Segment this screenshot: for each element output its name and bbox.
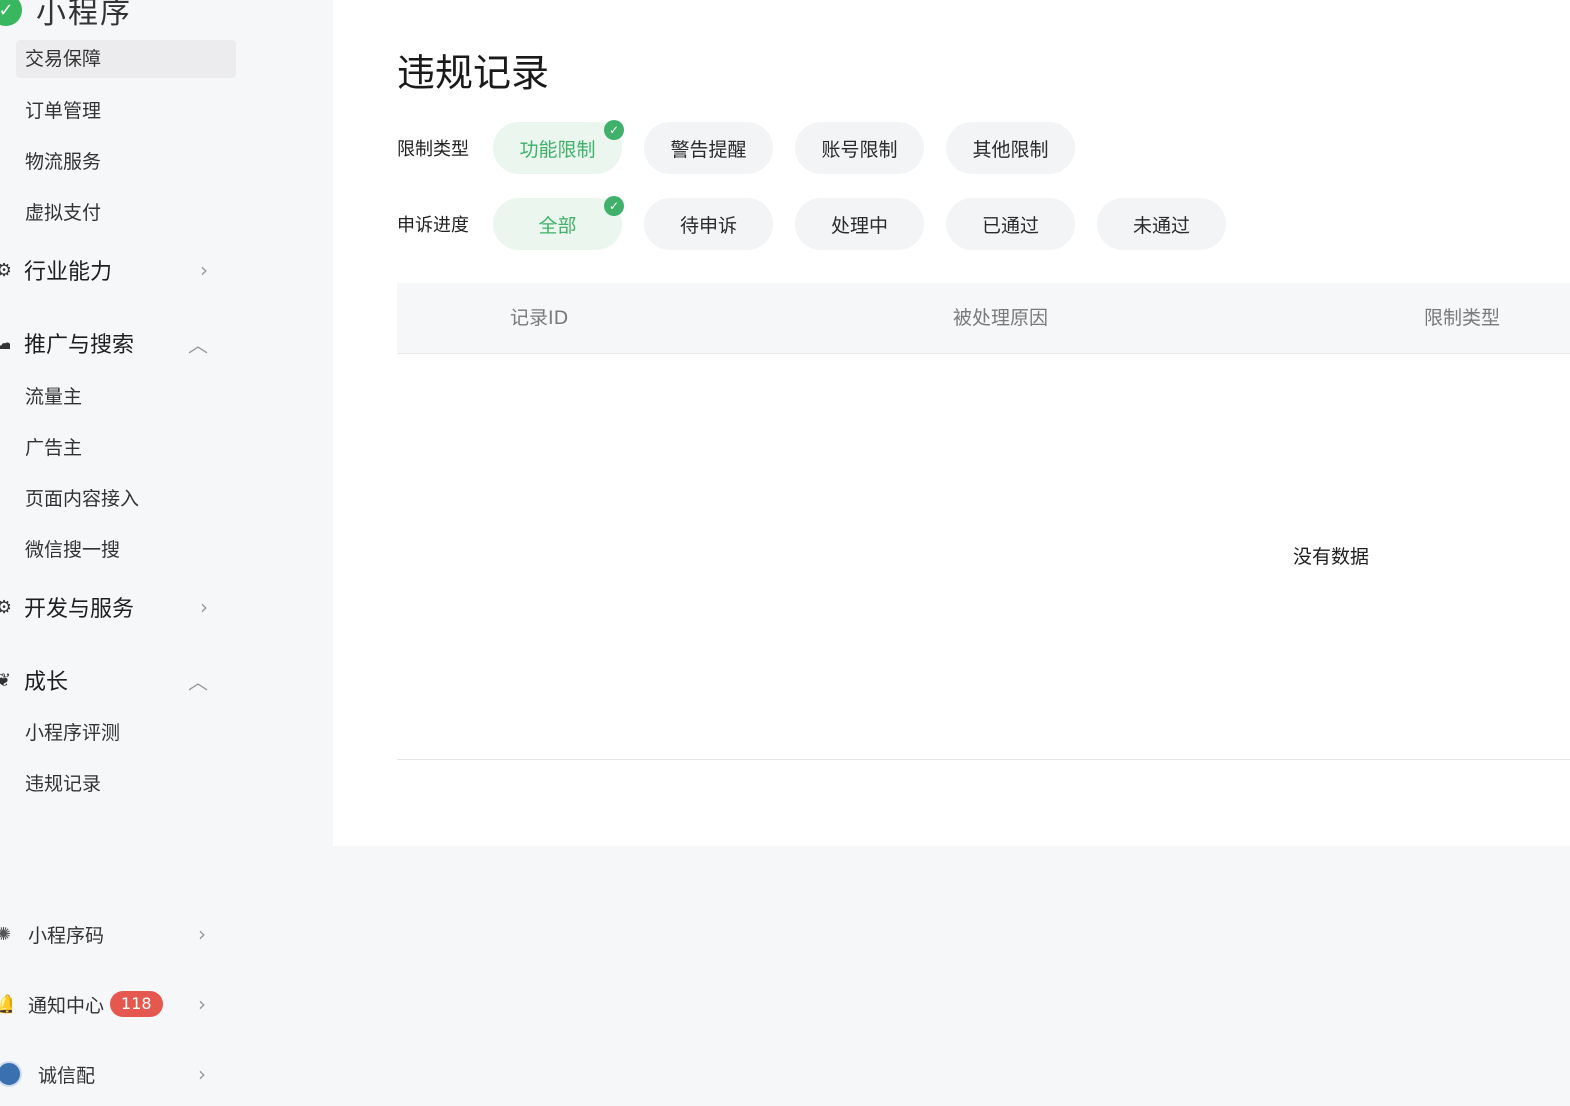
chip-rejected[interactable]: 未通过 — [1097, 198, 1226, 250]
chevron-up-icon: ︿ — [188, 332, 208, 357]
sidebar-item-advertiser[interactable]: 广告主 — [16, 429, 236, 467]
empty-state-text: 没有数据 — [1293, 546, 1370, 568]
chip-label: 待申诉 — [679, 214, 737, 237]
notification-count-badge: 118 — [110, 991, 163, 1017]
chip-label: 已通过 — [981, 214, 1039, 237]
column-header-restriction-type: 限制类型 — [1424, 307, 1501, 329]
sidebar-bottom-qrcode[interactable]: ✺ 小程序码 › — [0, 912, 230, 956]
main-panel: 违规记录 限制类型 功能限制 ✓ 警告提醒 账号限制 其他限制 申诉进度 全部 … — [333, 0, 1570, 846]
sidebar-item-evaluation[interactable]: 小程序评测 — [16, 714, 236, 752]
sidebar: ✓ 小程序 交易保障 订单管理 物流服务 虚拟支付 ⚙ 行业能力 › ☁ 推广与… — [0, 0, 258, 1106]
promotion-icon: ☁ — [0, 332, 10, 354]
chip-label: 功能限制 — [519, 138, 596, 161]
develop-icon: ⚙ — [0, 596, 10, 618]
filter-label: 限制类型 — [397, 139, 469, 160]
chip-all[interactable]: 全部 ✓ — [493, 196, 624, 250]
sidebar-group-promotion[interactable]: ☁ 推广与搜索 ︿ — [0, 321, 230, 365]
chip-other-restriction[interactable]: 其他限制 — [946, 122, 1075, 174]
sidebar-bottom-label: 小程序码 — [28, 924, 105, 947]
brand[interactable]: ✓ 小程序 — [0, 0, 132, 32]
chevron-right-icon: › — [200, 595, 208, 619]
chip-approved[interactable]: 已通过 — [946, 198, 1075, 250]
chip-pending-appeal[interactable]: 待申诉 — [644, 198, 773, 250]
chip-label: 全部 — [538, 214, 577, 237]
sidebar-group-growth[interactable]: ❦ 成长 ︿ — [0, 658, 230, 702]
sidebar-item-virtual-payment[interactable]: 虚拟支付 — [16, 194, 236, 232]
chip-label: 警告提醒 — [670, 138, 747, 161]
appeal-progress-filter: 申诉进度 全部 ✓ 待申诉 处理中 已通过 未通过 — [397, 196, 1248, 250]
sidebar-group-label: 成长 — [24, 670, 69, 695]
sidebar-group-label: 推广与搜索 — [24, 333, 135, 358]
chip-label: 账号限制 — [821, 138, 898, 161]
sidebar-bottom-integrity[interactable]: 诚信配 › — [0, 1052, 230, 1096]
sidebar-bottom-label: 通知中心 — [28, 994, 105, 1017]
filter-label: 申诉进度 — [397, 215, 469, 236]
page-title: 违规记录 — [397, 51, 550, 95]
sidebar-item-logistics[interactable]: 物流服务 — [16, 143, 236, 181]
chevron-right-icon: › — [198, 992, 206, 1016]
avatar-icon — [0, 1061, 22, 1087]
sidebar-item-traffic-owner[interactable]: 流量主 — [16, 378, 236, 416]
chevron-right-icon: › — [200, 258, 208, 282]
sidebar-group-industry[interactable]: ⚙ 行业能力 › — [0, 248, 230, 292]
check-icon: ✓ — [604, 196, 624, 216]
chevron-right-icon: › — [198, 922, 206, 946]
sidebar-bottom-notifications[interactable]: 🔔 通知中心 118 › — [0, 982, 230, 1026]
chip-account-restriction[interactable]: 账号限制 — [795, 122, 924, 174]
table-header: 记录ID 被处理原因 限制类型 — [397, 283, 1570, 354]
sidebar-item-violation-records[interactable]: 违规记录 — [16, 765, 236, 803]
column-header-record-id: 记录ID — [510, 307, 569, 329]
check-icon: ✓ — [604, 120, 624, 140]
bell-icon: 🔔 — [0, 993, 12, 1015]
chip-processing[interactable]: 处理中 — [795, 198, 924, 250]
chevron-up-icon: ︿ — [188, 669, 208, 694]
growth-icon: ❦ — [0, 669, 10, 691]
chip-label: 处理中 — [830, 214, 888, 237]
chip-function-restriction[interactable]: 功能限制 ✓ — [493, 120, 624, 174]
qrcode-icon: ✺ — [0, 923, 12, 945]
mini-program-logo-icon: ✓ — [0, 0, 22, 26]
sidebar-item-page-content[interactable]: 页面内容接入 — [16, 480, 236, 518]
sidebar-item-transaction-guarantee[interactable]: 交易保障 — [16, 40, 236, 78]
brand-name: 小程序 — [36, 0, 132, 31]
restriction-type-filter: 限制类型 功能限制 ✓ 警告提醒 账号限制 其他限制 — [397, 120, 1097, 174]
sidebar-group-develop[interactable]: ⚙ 开发与服务 › — [0, 585, 230, 629]
sidebar-item-wechat-search[interactable]: 微信搜一搜 — [16, 531, 236, 569]
chip-warning[interactable]: 警告提醒 — [644, 122, 773, 174]
chip-label: 其他限制 — [972, 138, 1049, 161]
sidebar-group-label: 开发与服务 — [24, 597, 135, 622]
chip-label: 未通过 — [1132, 214, 1190, 237]
chevron-right-icon: › — [198, 1062, 206, 1086]
sidebar-bottom-label: 诚信配 — [38, 1064, 96, 1087]
sidebar-group-label: 行业能力 — [24, 260, 113, 285]
industry-icon: ⚙ — [0, 259, 10, 281]
violation-records-table: 记录ID 被处理原因 限制类型 没有数据 — [397, 283, 1570, 760]
column-header-reason: 被处理原因 — [953, 307, 1049, 329]
sidebar-item-order-management[interactable]: 订单管理 — [16, 92, 236, 130]
